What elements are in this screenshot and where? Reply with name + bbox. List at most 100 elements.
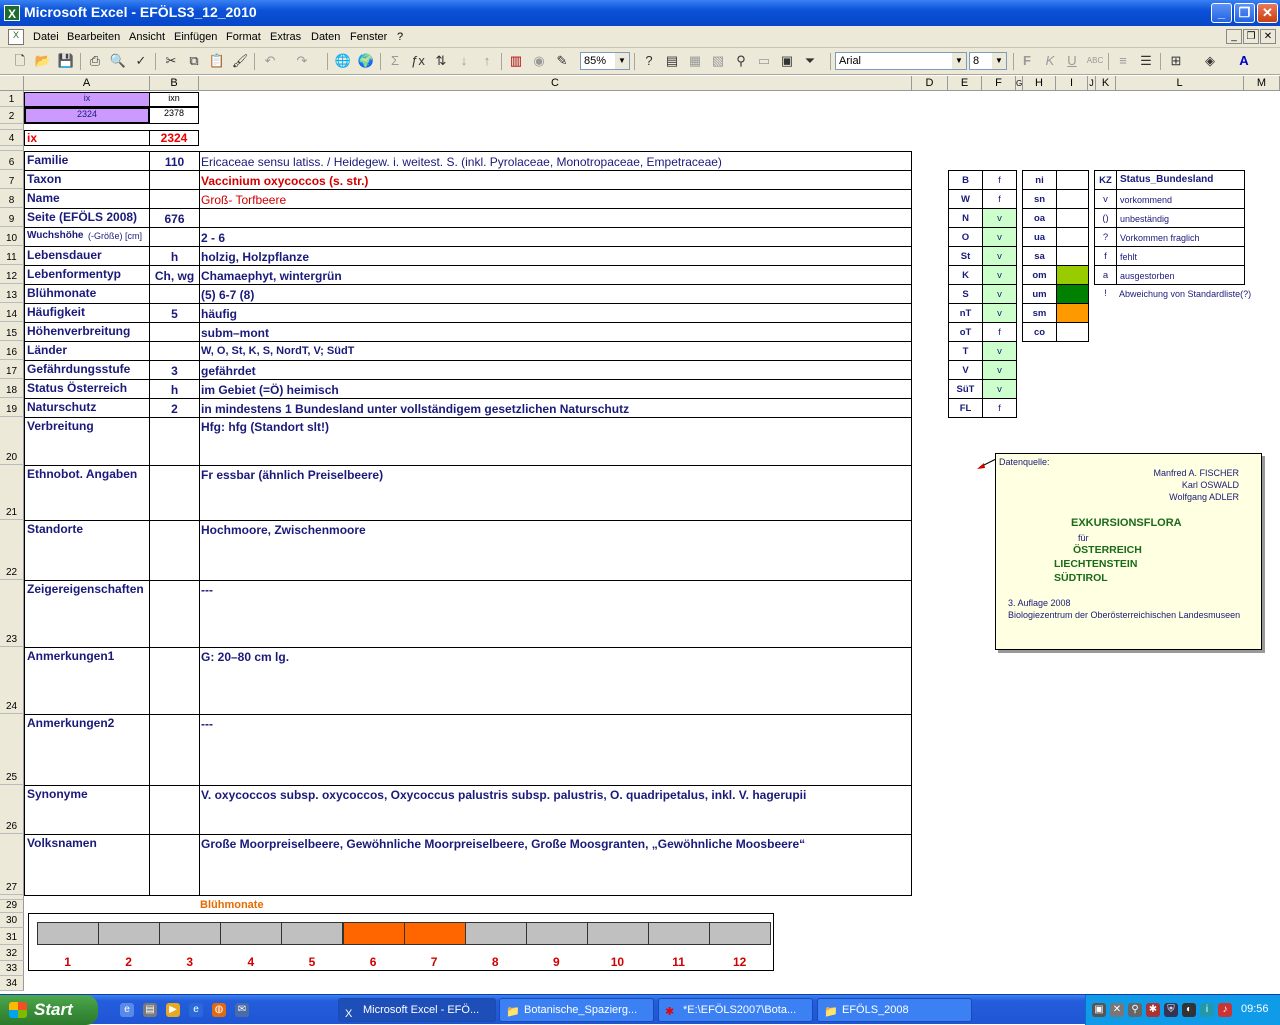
row-header-24[interactable]: 24: [0, 647, 24, 714]
record-value[interactable]: Hochmoore, Zwischenmoore: [201, 523, 906, 537]
quicklaunch-icon-2[interactable]: ▤: [143, 1003, 157, 1017]
undo-icon[interactable]: ↶: [260, 52, 280, 70]
state-value[interactable]: v: [982, 379, 1017, 399]
print-preview-icon[interactable]: 🔍: [108, 52, 128, 70]
row-header-31[interactable]: 31: [0, 928, 24, 945]
column-header-b[interactable]: B: [150, 76, 199, 91]
zone-color[interactable]: [1056, 322, 1089, 342]
cell-b1[interactable]: ixn: [149, 92, 199, 107]
new-icon[interactable]: 🗋: [10, 52, 30, 70]
record-value[interactable]: subm–mont: [201, 326, 906, 340]
record-value[interactable]: G: 20–80 cm lg.: [201, 650, 906, 664]
column-header-e[interactable]: E: [948, 76, 982, 91]
state-value[interactable]: f: [982, 189, 1017, 209]
row-header-2[interactable]: 2: [0, 107, 24, 124]
size-dropdown-icon[interactable]: ▼: [992, 53, 1006, 69]
tool-icon-a[interactable]: ▤: [662, 52, 682, 70]
row-header-7[interactable]: 7: [0, 170, 24, 189]
state-value[interactable]: f: [982, 322, 1017, 342]
cell-b2[interactable]: 2378: [149, 107, 199, 124]
row-header-10[interactable]: 10: [0, 227, 24, 246]
row-header-23[interactable]: 23: [0, 580, 24, 647]
zone-color[interactable]: [1056, 303, 1089, 323]
row-header-16[interactable]: 16: [0, 341, 24, 360]
italic-icon[interactable]: K: [1040, 52, 1060, 70]
quicklaunch-icon-1[interactable]: e: [120, 1003, 134, 1017]
zone-color[interactable]: [1056, 284, 1089, 304]
record-value[interactable]: Chamaephyt, wintergrün: [201, 269, 906, 283]
record-value[interactable]: Groß- Torfbeere: [201, 193, 906, 207]
firefox-icon[interactable]: ◍: [212, 1003, 226, 1017]
tray-icon-1[interactable]: ▣: [1092, 1003, 1106, 1017]
redo-icon[interactable]: ↷: [292, 52, 312, 70]
record-value[interactable]: ---: [201, 583, 906, 597]
row-header-1[interactable]: 1: [0, 91, 24, 107]
font-dropdown-icon[interactable]: ▼: [952, 53, 966, 69]
record-value[interactable]: V. oxycoccos subsp. oxycoccos, Oxycoccus…: [201, 788, 906, 802]
doc-restore-button[interactable]: ❐: [1243, 29, 1259, 44]
copy-icon[interactable]: ⧉: [184, 52, 204, 70]
close-button[interactable]: ✕: [1257, 3, 1278, 23]
autosum-icon[interactable]: Σ: [385, 52, 405, 70]
row-header-11[interactable]: 11: [0, 246, 24, 265]
doc-minimize-button[interactable]: _: [1226, 29, 1242, 44]
tray-volume-icon[interactable]: ♪: [1218, 1003, 1232, 1017]
sort-az-icon[interactable]: ↓: [454, 52, 474, 70]
zone-color[interactable]: [1056, 208, 1089, 228]
row-header-17[interactable]: 17: [0, 360, 24, 379]
record-value[interactable]: häufig: [201, 307, 906, 321]
column-header-h[interactable]: H: [1023, 76, 1056, 91]
record-value[interactable]: Vaccinium oxycoccos (s. str.): [201, 174, 906, 188]
tool-icon-d[interactable]: ▭: [754, 52, 774, 70]
tool-icon-c[interactable]: ▧: [708, 52, 728, 70]
row-header-27[interactable]: 27: [0, 834, 24, 895]
row-header-13[interactable]: 13: [0, 284, 24, 303]
column-header-m[interactable]: M: [1244, 76, 1280, 91]
bold-icon[interactable]: F: [1017, 52, 1037, 70]
autofilter-icon[interactable]: ⏷: [800, 52, 820, 70]
row-header-30[interactable]: 30: [0, 913, 24, 928]
zoom-select[interactable]: 85% ▼: [580, 52, 630, 70]
state-value[interactable]: v: [982, 208, 1017, 228]
state-value[interactable]: v: [982, 341, 1017, 361]
menu-datei[interactable]: Datei: [33, 31, 59, 43]
row-header-34[interactable]: 34: [0, 976, 24, 991]
font-size-select[interactable]: 8 ▼: [969, 52, 1007, 70]
column-header-f[interactable]: F: [982, 76, 1016, 91]
workbook-icon[interactable]: X: [8, 29, 24, 45]
row-header-20[interactable]: 20: [0, 417, 24, 465]
align-center-icon[interactable]: ☰: [1136, 52, 1156, 70]
record-value[interactable]: Hfg: hfg (Standort slt!): [201, 420, 906, 434]
record-value[interactable]: ---: [201, 717, 906, 731]
task-excel[interactable]: X Microsoft Excel - EFÖ...: [338, 998, 496, 1022]
menu-ansicht[interactable]: Ansicht: [129, 31, 165, 43]
print-icon[interactable]: ⎙: [85, 52, 105, 70]
row-header-19[interactable]: 19: [0, 398, 24, 417]
row-header-9[interactable]: 9: [0, 208, 24, 227]
cell-a2-selected[interactable]: 2324: [24, 107, 150, 124]
zoom-dropdown-icon[interactable]: ▼: [615, 53, 629, 69]
drawing-icon[interactable]: ✎: [552, 52, 572, 70]
select-all-corner[interactable]: [0, 76, 24, 91]
record-value[interactable]: W, O, St, K, S, NordT, V; SüdT: [201, 345, 906, 357]
record-value[interactable]: (5) 6-7 (8): [201, 288, 906, 302]
column-header-i[interactable]: I: [1056, 76, 1088, 91]
start-button[interactable]: Start: [0, 995, 98, 1025]
binoculars-icon[interactable]: ⚲: [731, 52, 751, 70]
state-value[interactable]: f: [982, 398, 1017, 418]
zone-color[interactable]: [1056, 246, 1089, 266]
tray-search-icon[interactable]: ⚲: [1128, 1003, 1142, 1017]
map-icon[interactable]: ◉: [529, 52, 549, 70]
tool-icon-e[interactable]: ▣: [777, 52, 797, 70]
cell-a1[interactable]: ix: [24, 92, 150, 107]
datasource-comment[interactable]: Datenquelle: Manfred A. FISCHER Karl OSW…: [995, 453, 1262, 650]
underline-icon[interactable]: U: [1062, 52, 1082, 70]
menu-bearbeiten[interactable]: Bearbeiten: [67, 31, 120, 43]
open-icon[interactable]: 📂: [33, 52, 53, 70]
record-value[interactable]: Ericaceae sensu latiss. / Heidegew. i. w…: [201, 155, 906, 169]
paste-icon[interactable]: 📋: [207, 52, 227, 70]
state-value[interactable]: v: [982, 284, 1017, 304]
record-value[interactable]: im Gebiet (=Ö) heimisch: [201, 383, 906, 397]
tray-icon-7[interactable]: i: [1200, 1003, 1214, 1017]
column-header-k[interactable]: K: [1096, 76, 1116, 91]
